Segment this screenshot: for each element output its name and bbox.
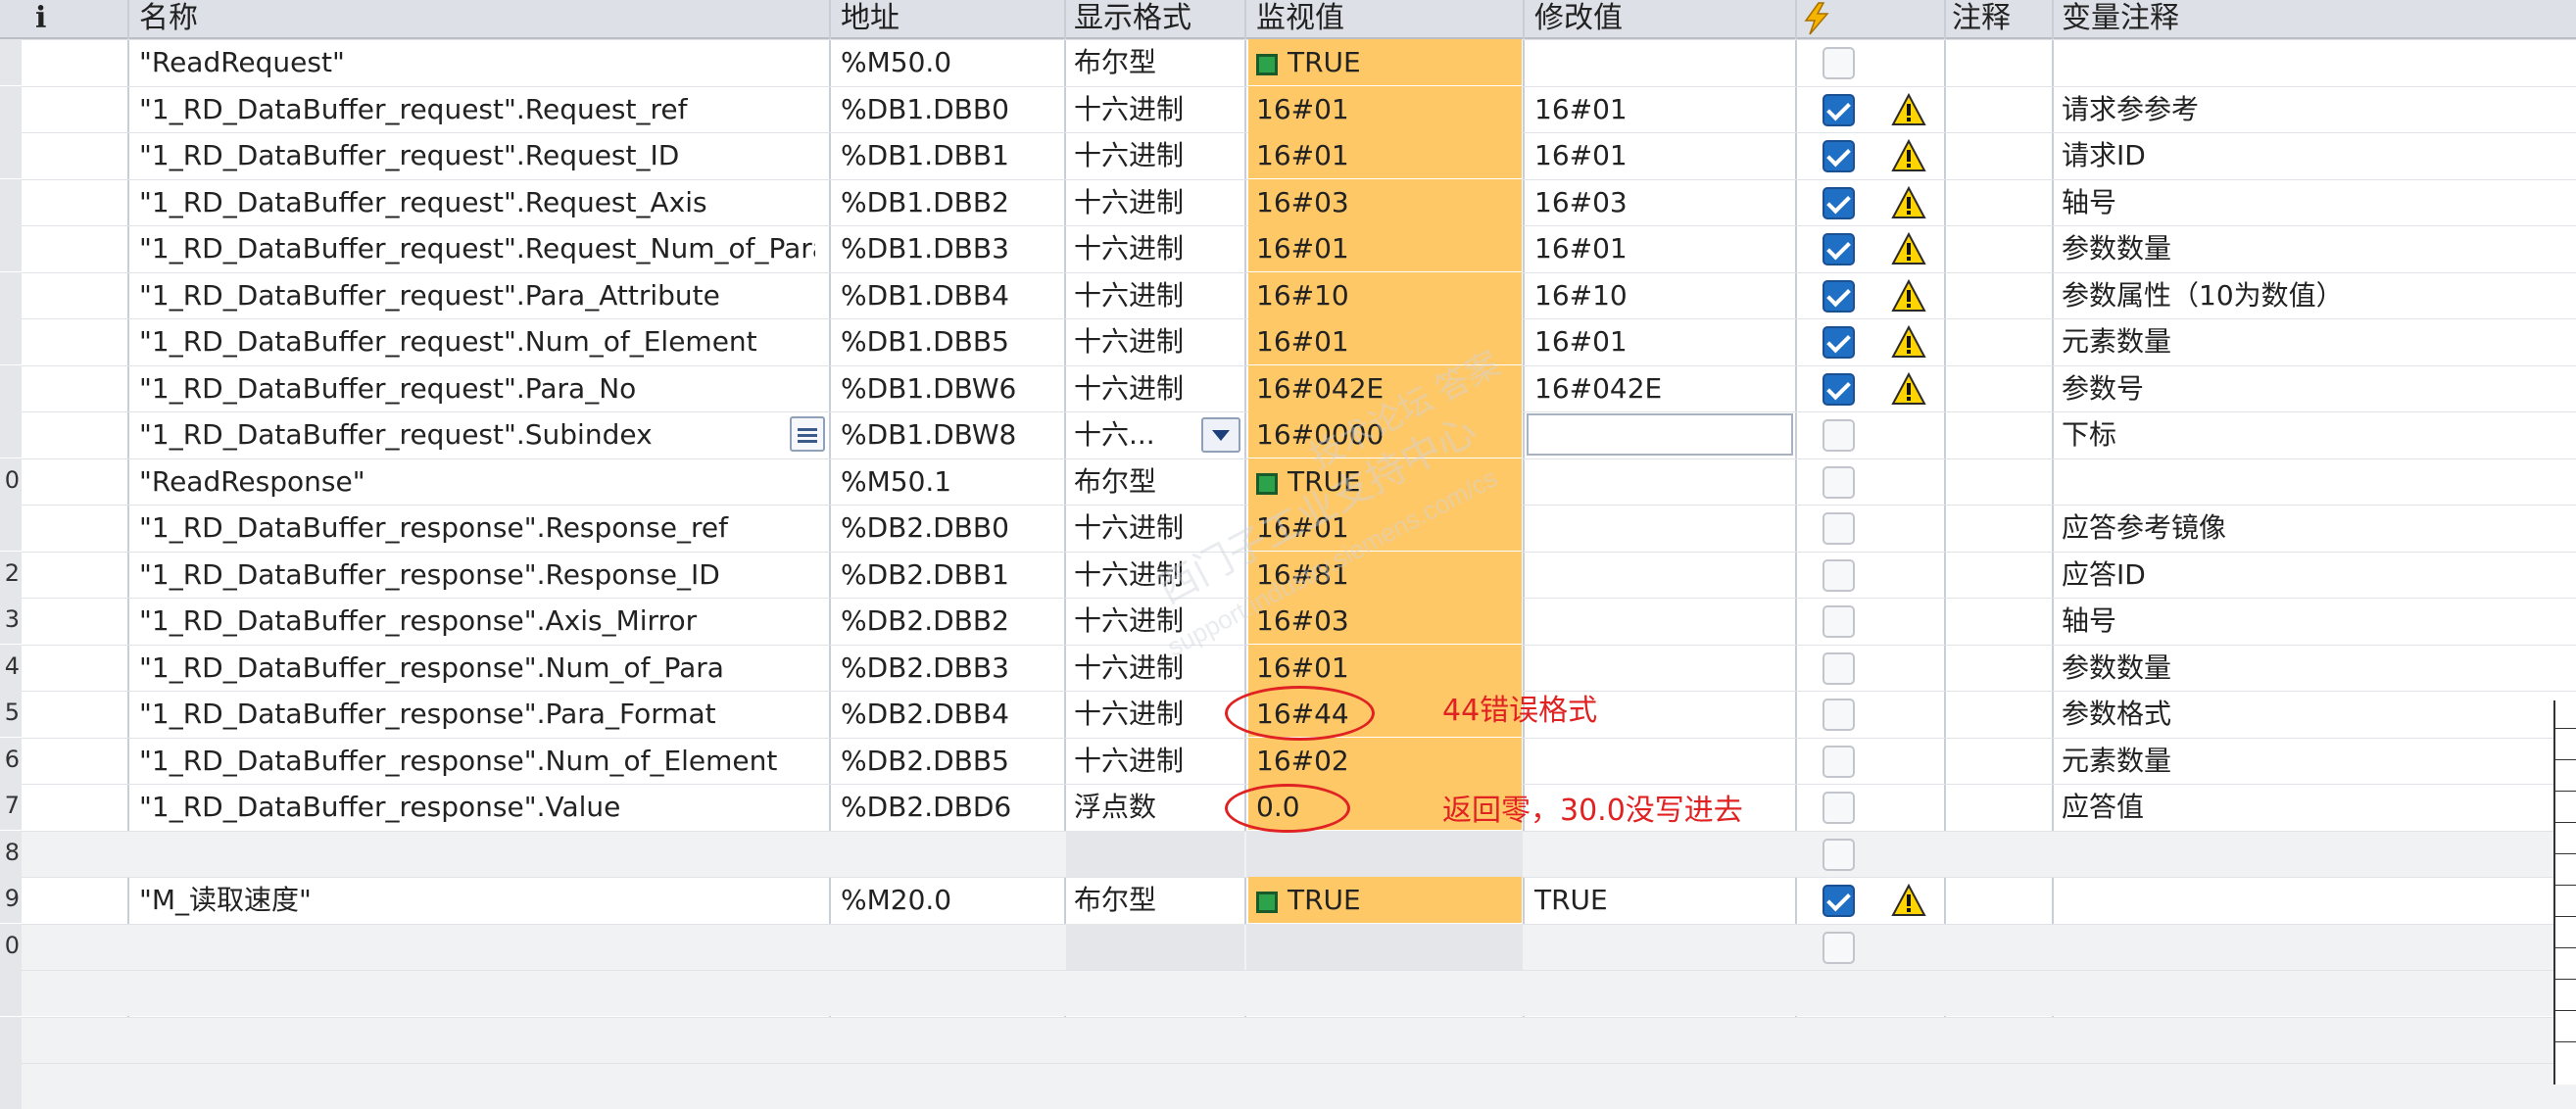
side-panel-edge [2553,700,2576,1085]
format-error-annotation: 44错误格式 [1442,694,1598,728]
watermark: 西门子工业支持中心 support.industry.siemens.com/c… [1151,345,1506,662]
value-error-annotation: 返回零，30.0没写进去 [1442,794,1743,828]
value-error-circle [1225,784,1350,833]
format-error-circle [1225,686,1375,741]
